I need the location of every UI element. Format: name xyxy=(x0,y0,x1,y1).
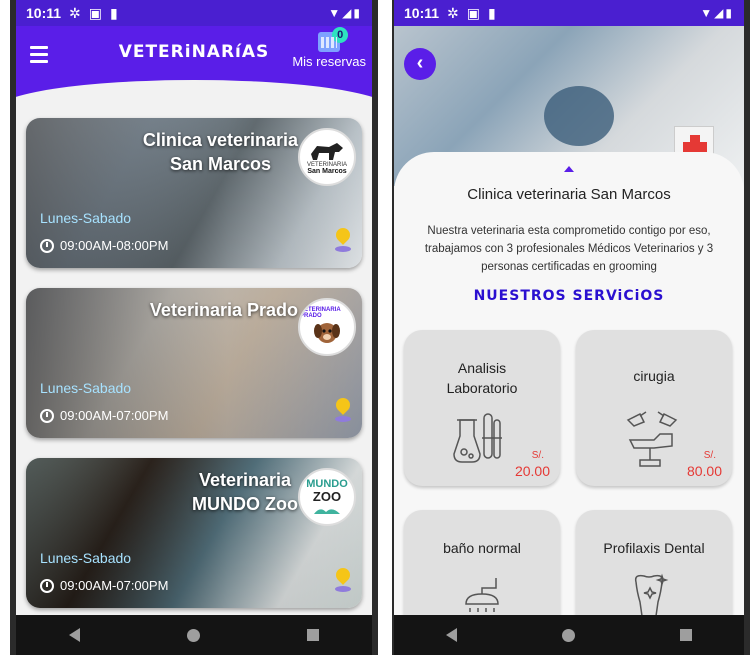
chevron-left-icon: ‹ xyxy=(416,52,424,74)
nav-home-icon[interactable] xyxy=(561,628,575,642)
clinic-card-prado[interactable]: Veterinaria Prado VETERINARIA PRADO Lune… xyxy=(26,288,362,438)
caret-up-icon[interactable] xyxy=(564,166,574,172)
image-status-icon: ▣ xyxy=(466,4,481,21)
clinic-days: Lunes-Sabado xyxy=(40,380,132,396)
nav-back-icon[interactable] xyxy=(69,628,81,642)
service-card-cirugia[interactable]: cirugia S/. 80.00 xyxy=(576,330,732,486)
service-name: baño normal xyxy=(443,540,521,556)
reservas-label: Mis reservas xyxy=(292,54,366,69)
nav-recent-icon[interactable] xyxy=(306,629,319,641)
alarm-clock-icon xyxy=(40,408,54,423)
clinic-days: Lunes-Sabado xyxy=(40,550,132,566)
settings-status-icon: ✲ xyxy=(447,4,459,21)
nav-home-icon[interactable] xyxy=(186,628,200,642)
service-name: cirugia xyxy=(633,368,675,384)
signal-battery-icon: ▼◢▮ xyxy=(700,6,734,20)
sd-status-icon: ▮ xyxy=(110,4,118,21)
calendar-icon: 0 xyxy=(318,27,349,52)
android-nav-bar xyxy=(16,615,372,655)
settings-status-icon: ✲ xyxy=(69,4,81,21)
shower-icon xyxy=(465,578,499,612)
vet-photo-shape xyxy=(544,86,614,146)
alarm-clock-icon xyxy=(40,578,54,593)
surgery-table-icon xyxy=(626,411,678,467)
phone-list-screen: 10:11 ✲ ▣ ▮ ▼◢▮ VETERiNARíAS 0 Mis reser… xyxy=(10,0,378,655)
clinic-card-mundo-zoo[interactable]: Veterinaria MUNDO Zoo MUNDO ZOO Lunes-Sa… xyxy=(26,458,362,608)
status-time: 10:11 xyxy=(26,5,62,21)
list-screen: 10:11 ✲ ▣ ▮ ▼◢▮ VETERiNARíAS 0 Mis reser… xyxy=(16,0,372,655)
status-bar: 10:11 ✲ ▣ ▮ ▼◢▮ xyxy=(16,0,372,26)
android-nav-bar xyxy=(394,615,744,655)
mis-reservas-button[interactable]: 0 Mis reservas xyxy=(292,27,366,69)
service-name: Profilaxis Dental xyxy=(603,540,705,556)
sd-status-icon: ▮ xyxy=(488,4,496,21)
clinic-detail-title: Clinica veterinaria San Marcos xyxy=(467,186,671,203)
detail-screen: 10:11 ✲ ▣ ▮ ▼◢▮ ‹ Clinica veterinaria Sa… xyxy=(394,0,744,655)
clinic-logo: VETERINARIA PRADO xyxy=(298,298,356,356)
nav-back-icon[interactable] xyxy=(446,628,458,642)
lab-flask-icon xyxy=(453,413,502,463)
phone-detail-screen: 10:11 ✲ ▣ ▮ ▼◢▮ ‹ Clinica veterinaria Sa… xyxy=(392,0,750,655)
back-button[interactable]: ‹ xyxy=(404,48,436,80)
header-wave xyxy=(16,80,372,106)
clinic-description: Nuestra veterinaria esta comprometido co… xyxy=(424,225,714,273)
location-pin-base xyxy=(335,246,351,252)
services-heading: NUESTROS SERViCiOS xyxy=(473,288,665,304)
clinic-name: Veterinaria Prado xyxy=(149,300,298,320)
tooth-icon xyxy=(634,573,669,617)
image-status-icon: ▣ xyxy=(88,4,103,21)
clinic-card-san-marcos[interactable]: Clinica veterinaria San Marcos VETERINAR… xyxy=(26,118,362,268)
dog-logo-icon xyxy=(311,142,343,160)
clinic-hours: 09:00AM-08:00PM xyxy=(40,238,168,253)
price-currency: S/. xyxy=(703,450,716,461)
reservas-count-badge: 0 xyxy=(332,27,349,43)
clinic-logo: VETERINARIA San Marcos xyxy=(298,128,356,186)
clinic-hours: 09:00AM-07:00PM xyxy=(40,408,168,423)
service-price: 80.00 xyxy=(686,463,722,479)
price-currency: S/. xyxy=(531,450,544,461)
service-name: Analisis Laboratorio xyxy=(446,360,518,396)
service-price: 20.00 xyxy=(514,463,550,479)
detail-sheet: Clinica veterinaria San Marcos Nuestra v… xyxy=(394,152,744,655)
clinic-hours: 09:00AM-07:00PM xyxy=(40,578,168,593)
nav-recent-icon[interactable] xyxy=(679,629,692,641)
animals-logo-icon xyxy=(314,509,340,514)
clinic-name: Veterinaria MUNDO Zoo xyxy=(192,470,298,514)
status-bar: 10:11 ✲ ▣ ▮ ▼◢▮ xyxy=(394,0,744,26)
puppy-logo-icon xyxy=(314,323,340,343)
alarm-clock-icon xyxy=(40,238,54,253)
clinic-name: Clinica veterinaria San Marcos xyxy=(142,130,298,174)
clinic-days: Lunes-Sabado xyxy=(40,210,132,226)
status-time: 10:11 xyxy=(404,5,440,21)
signal-battery-icon: ▼◢▮ xyxy=(328,6,362,20)
location-pin-base xyxy=(335,416,351,422)
service-card-analisis[interactable]: Analisis Laboratorio S/. 20.00 xyxy=(404,330,560,486)
app-header: VETERiNARíAS 0 Mis reservas xyxy=(16,26,372,106)
clinic-logo: MUNDO ZOO xyxy=(298,468,356,526)
location-pin-base xyxy=(335,586,351,592)
